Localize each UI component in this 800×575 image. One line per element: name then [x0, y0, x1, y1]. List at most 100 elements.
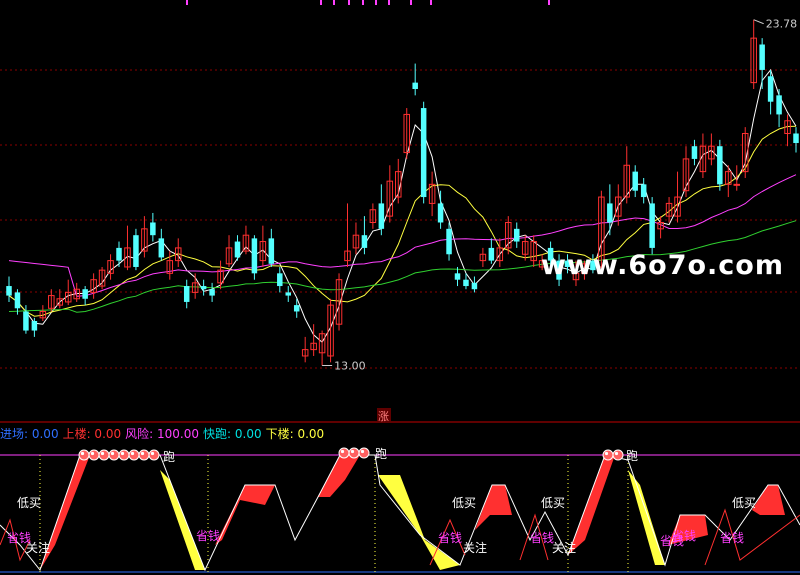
run-ball-shine: [80, 451, 85, 456]
up-ramp: [475, 485, 512, 530]
run-ball: [118, 449, 130, 461]
top-tick: [348, 0, 350, 5]
legend-item: 快跑: 0.00: [203, 427, 262, 441]
run-ball: [138, 449, 150, 461]
candle-body: [6, 286, 12, 296]
indicator-label: 跑: [163, 450, 175, 464]
top-tick: [362, 0, 364, 5]
run-ball-shine: [350, 449, 355, 454]
candle-body: [31, 321, 38, 331]
candle-body: [717, 146, 723, 185]
up-ramp: [568, 455, 615, 555]
candle-body: [640, 184, 647, 198]
candle-body: [463, 279, 469, 287]
run-ball-shine: [360, 449, 365, 454]
legend-item: 上楼: 0.00: [62, 427, 122, 441]
candle-body: [793, 133, 799, 144]
run-ball-shine: [150, 451, 155, 456]
indicator-label: 低买: [17, 496, 41, 510]
run-ball-shine: [90, 451, 95, 456]
indicator-label: 跑: [375, 447, 387, 461]
candle-body: [446, 228, 452, 255]
top-tick: [333, 0, 335, 5]
run-ball-shine: [614, 451, 619, 456]
top-tick: [410, 0, 412, 5]
candle-body: [23, 311, 29, 331]
candle-body: [200, 286, 207, 290]
candle-body: [285, 292, 292, 296]
run-ball: [338, 447, 350, 459]
run-ball-shine: [340, 449, 345, 454]
up-ramp: [215, 485, 275, 545]
indicator-label: 省钱: [196, 528, 220, 543]
run-ball-shine: [604, 451, 609, 456]
candle-body: [116, 247, 122, 261]
candle-body: [268, 238, 275, 264]
candle-body: [513, 228, 520, 242]
candle-body: [767, 76, 774, 102]
run-ball-shine: [120, 451, 125, 456]
indicator-legend: 进场: 0.00 上楼: 0.00 风险: 100.00 快跑: 0.00 下楼: 0.…: [0, 425, 328, 442]
legend-item: 进场: 0.00: [0, 427, 59, 441]
candle-body: [759, 44, 765, 70]
candle-body: [361, 235, 368, 248]
run-ball: [358, 447, 370, 459]
candle-body: [277, 273, 283, 287]
max-price-label: 23.78: [766, 18, 798, 31]
top-tick: [186, 0, 188, 5]
up-ramp: [318, 455, 360, 497]
run-ball: [148, 449, 160, 461]
indicator-label: 低买: [541, 496, 565, 510]
indicator-label: 省钱: [438, 530, 462, 545]
indicator-label: 跑: [626, 449, 638, 463]
candle-body: [632, 171, 638, 191]
run-ball: [98, 449, 110, 461]
candle-body: [437, 203, 444, 223]
candle-body: [183, 286, 190, 302]
top-tick: [430, 0, 432, 5]
run-ball: [88, 449, 100, 461]
indicator-label: 省钱: [7, 530, 31, 545]
top-tick: [375, 0, 377, 5]
min-price-label: 13.00: [334, 360, 366, 373]
legend-item: 下楼: 0.00: [265, 427, 325, 441]
run-ball: [108, 449, 120, 461]
candle-body: [209, 289, 215, 296]
candle-body: [454, 273, 461, 280]
signal-marker: 涨: [378, 410, 389, 423]
candle-body: [649, 203, 655, 248]
indicator-line: [0, 454, 800, 572]
candle-body: [293, 305, 300, 312]
candle-body: [488, 247, 495, 261]
indicator-label: 关注: [552, 540, 576, 555]
candle-body: [378, 203, 385, 229]
candle-body: [471, 282, 478, 290]
run-ball-shine: [100, 451, 105, 456]
candle-body: [14, 292, 21, 309]
legend-item: 风险: 100.00: [125, 427, 200, 441]
top-tick: [548, 0, 550, 5]
max-pointer: [753, 19, 764, 25]
candle-body: [607, 203, 613, 223]
candle-body: [82, 289, 88, 299]
run-ball: [78, 449, 90, 461]
run-ball: [348, 447, 360, 459]
run-ball-shine: [140, 451, 145, 456]
candle-body: [234, 241, 241, 258]
indicator-label: 低买: [732, 496, 756, 510]
candle-body: [691, 146, 698, 159]
candle-body: [733, 183, 741, 186]
candle-body: [420, 108, 427, 198]
chart-stage: 23.78 13.00 涨跑跑跑低买 低买 低买 低买 关注 关注 关注 省钱 省钱 省钱 省钱 省钱 省钱…: [0, 0, 800, 575]
watermark: www.6o7o.com: [541, 250, 784, 281]
run-ball: [612, 449, 624, 461]
candle-body: [133, 235, 139, 267]
indicator-label: 省钱: [672, 528, 696, 543]
candle-body: [251, 238, 258, 274]
down-ramp: [160, 470, 205, 570]
indicator-label: 省钱: [720, 530, 744, 545]
indicator-label: 关注: [463, 540, 487, 555]
run-ball: [128, 449, 140, 461]
top-tick: [388, 0, 390, 5]
indicator-label: 低买: [452, 496, 476, 510]
